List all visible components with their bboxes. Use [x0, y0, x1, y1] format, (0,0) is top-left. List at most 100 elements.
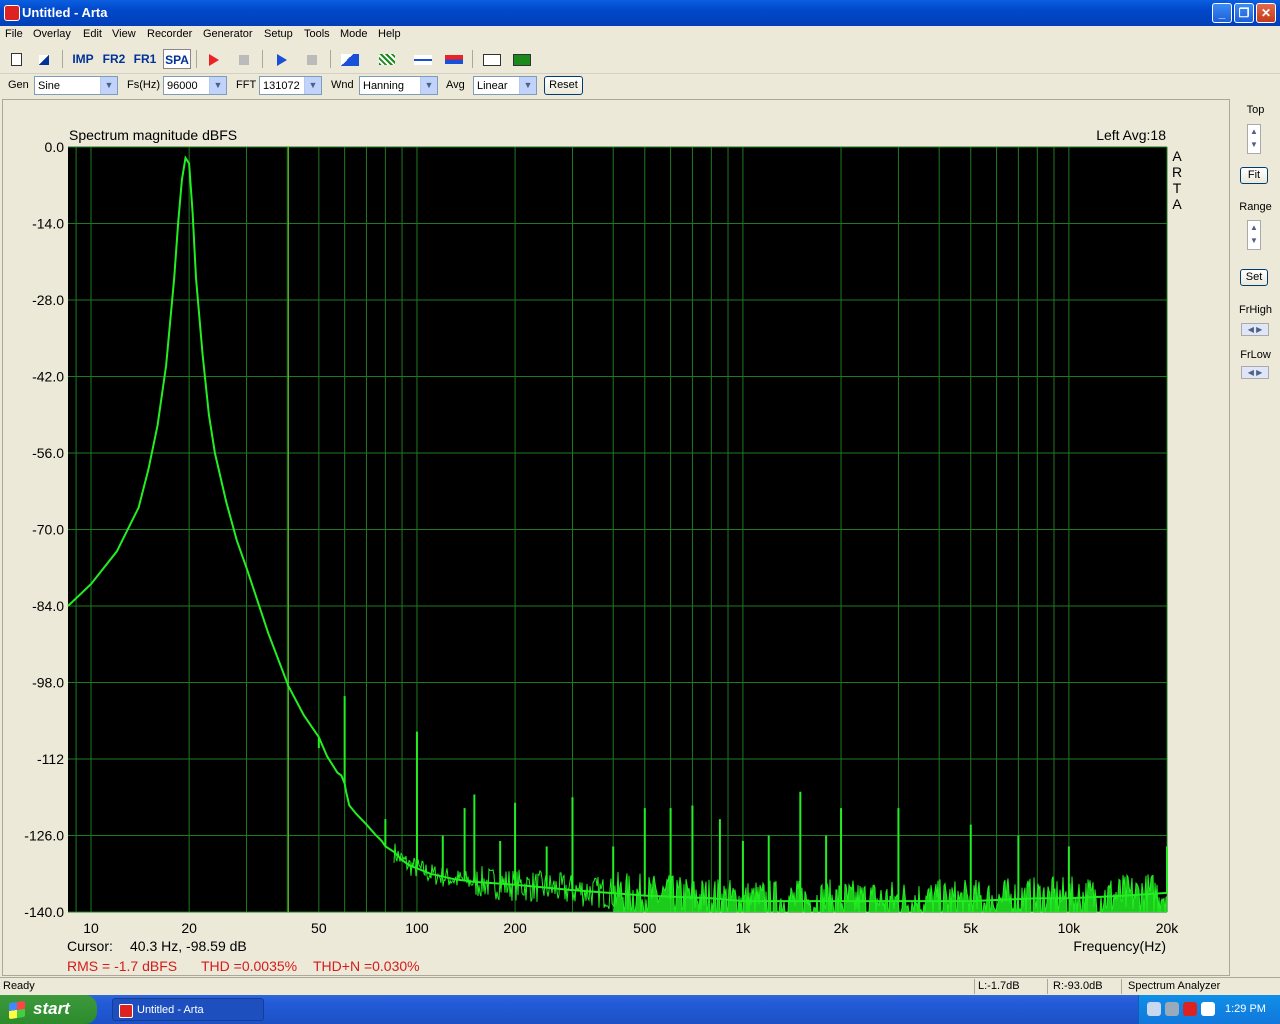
plot-panel: Spectrum magnitude dBFS Left Avg:18 ARTA…: [2, 99, 1230, 976]
menu-setup[interactable]: Setup: [264, 28, 293, 40]
antivirus-icon[interactable]: [1201, 1002, 1215, 1016]
window-title: Untitled - Arta: [22, 5, 108, 20]
maximize-button[interactable]: ❐: [1234, 3, 1254, 23]
generator-value: Sine: [38, 80, 61, 92]
gen-label: Gen: [8, 79, 29, 91]
x-tick-label: 200: [503, 920, 527, 936]
spectrum-display-icon[interactable]: [510, 49, 534, 69]
spectrum-mode-button[interactable]: SPA: [163, 49, 191, 69]
abc-label-icon[interactable]: [338, 49, 362, 69]
menu-recorder[interactable]: Recorder: [147, 28, 192, 40]
arta-brand-letter: A: [1172, 148, 1182, 164]
stop-play-icon[interactable]: [300, 49, 324, 69]
channel-info: Left Avg:18: [1096, 127, 1166, 143]
frhigh-spinner[interactable]: ◀ ▶: [1241, 323, 1269, 336]
x-tick-label: 100: [405, 920, 429, 936]
x-axis-label: Frequency(Hz): [1073, 938, 1166, 954]
y-tick-label: 0.0: [45, 139, 65, 155]
avg-label: Avg: [446, 79, 465, 91]
window-label: Wnd: [331, 79, 354, 91]
reset-button[interactable]: Reset: [544, 76, 583, 95]
x-tick-label: 10: [83, 920, 99, 936]
record-icon[interactable]: [202, 49, 226, 69]
volume-icon[interactable]: [1165, 1002, 1179, 1016]
menu-help[interactable]: Help: [378, 28, 401, 40]
generator-select[interactable]: Sine ▼: [34, 76, 118, 95]
slider-icon[interactable]: [411, 49, 435, 69]
menu-mode[interactable]: Mode: [340, 28, 368, 40]
start-label: start: [33, 999, 70, 1018]
y-tick-label: -42.0: [32, 369, 64, 385]
impulse-mode-button[interactable]: IMP: [70, 49, 96, 69]
fit-button[interactable]: Fit: [1240, 167, 1268, 184]
fft-size-value: 131072: [263, 80, 300, 92]
open-file-icon[interactable]: [32, 49, 56, 69]
x-tick-label: 1k: [736, 920, 752, 936]
menu-overlay[interactable]: Overlay: [33, 28, 71, 40]
thd-readout: THD =0.0035%: [201, 958, 297, 974]
system-tray: 1:29 PM: [1138, 995, 1280, 1024]
window-value: Hanning: [363, 80, 404, 92]
frlow-spinner[interactable]: ◀ ▶: [1241, 366, 1269, 379]
averaging-value: Linear: [477, 80, 508, 92]
fs-label: Fs(Hz): [127, 79, 160, 91]
status-right-level: R:-93.0dB: [1053, 980, 1103, 992]
range-spinner[interactable]: ▲ ▼: [1247, 220, 1261, 250]
set-button[interactable]: Set: [1240, 269, 1268, 286]
top-spinner[interactable]: ▲ ▼: [1247, 124, 1261, 154]
windows-logo-icon: [9, 1000, 25, 1020]
color-bar-icon[interactable]: [442, 49, 466, 69]
status-bar: Ready L:-1.7dB R:-93.0dB Spectrum Analyz…: [0, 977, 1280, 996]
title-bar: Untitled - Arta _ ❐ ✕: [0, 0, 1280, 26]
security-shield-icon[interactable]: [1183, 1002, 1197, 1016]
x-tick-label: 2k: [834, 920, 850, 936]
close-button[interactable]: ✕: [1256, 3, 1276, 23]
arta-brand-letter: A: [1172, 196, 1182, 212]
y-tick-label: -84.0: [32, 598, 64, 614]
chevron-down-icon: ▼: [304, 77, 321, 94]
minimize-button[interactable]: _: [1212, 3, 1232, 23]
sample-rate-select[interactable]: 96000 ▼: [163, 76, 227, 95]
averaging-select[interactable]: Linear ▼: [473, 76, 537, 95]
sample-rate-value: 96000: [167, 80, 198, 92]
start-button[interactable]: start: [0, 995, 97, 1024]
fft-size-select[interactable]: 131072 ▼: [259, 76, 322, 95]
play-icon[interactable]: [270, 49, 294, 69]
chevron-down-icon: ▼: [209, 77, 226, 94]
taskbar-item-arta[interactable]: Untitled - Arta: [112, 998, 264, 1021]
fft-label: FFT: [236, 79, 257, 91]
x-tick-label: 500: [633, 920, 657, 936]
menu-tools[interactable]: Tools: [304, 28, 330, 40]
y-tick-label: -56.0: [32, 445, 64, 461]
fr1-mode-button[interactable]: FR1: [132, 49, 158, 69]
chevron-down-icon: ▼: [100, 77, 117, 94]
taskbar-item-label: Untitled - Arta: [137, 1004, 204, 1016]
window-select[interactable]: Hanning ▼: [359, 76, 438, 95]
y-tick-label: -98.0: [32, 675, 64, 691]
chevron-down-icon: ▼: [519, 77, 536, 94]
rms-readout: RMS = -1.7 dBFS: [67, 958, 177, 974]
menu-generator[interactable]: Generator: [203, 28, 253, 40]
y-tick-label: -112: [37, 751, 64, 767]
x-tick-label: 20k: [1156, 920, 1180, 936]
oscilloscope-icon[interactable]: [480, 49, 504, 69]
status-left-level: L:-1.7dB: [978, 980, 1020, 992]
frlow-label: FrLow: [1240, 349, 1271, 361]
spectrum-plot[interactable]: Spectrum magnitude dBFS Left Avg:18 ARTA…: [3, 100, 1229, 975]
new-file-icon[interactable]: [4, 49, 28, 69]
clock: 1:29 PM: [1225, 1003, 1266, 1015]
y-tick-label: -14.0: [32, 216, 64, 232]
cursor-label: Cursor:: [67, 938, 113, 954]
x-tick-label: 10k: [1058, 920, 1082, 936]
arta-brand: ARTA: [1172, 148, 1182, 212]
arta-brand-letter: T: [1173, 180, 1182, 196]
stop-record-icon[interactable]: [232, 49, 256, 69]
menu-view[interactable]: View: [112, 28, 136, 40]
menu-file[interactable]: File: [5, 28, 23, 40]
menu-edit[interactable]: Edit: [83, 28, 102, 40]
toolbar: IMP FR2 FR1 SPA: [0, 45, 1280, 74]
hatch-chart-icon[interactable]: [375, 49, 399, 69]
fr2-mode-button[interactable]: FR2: [101, 49, 127, 69]
plot-title: Spectrum magnitude dBFS: [69, 127, 237, 143]
network-icon[interactable]: [1147, 1002, 1161, 1016]
